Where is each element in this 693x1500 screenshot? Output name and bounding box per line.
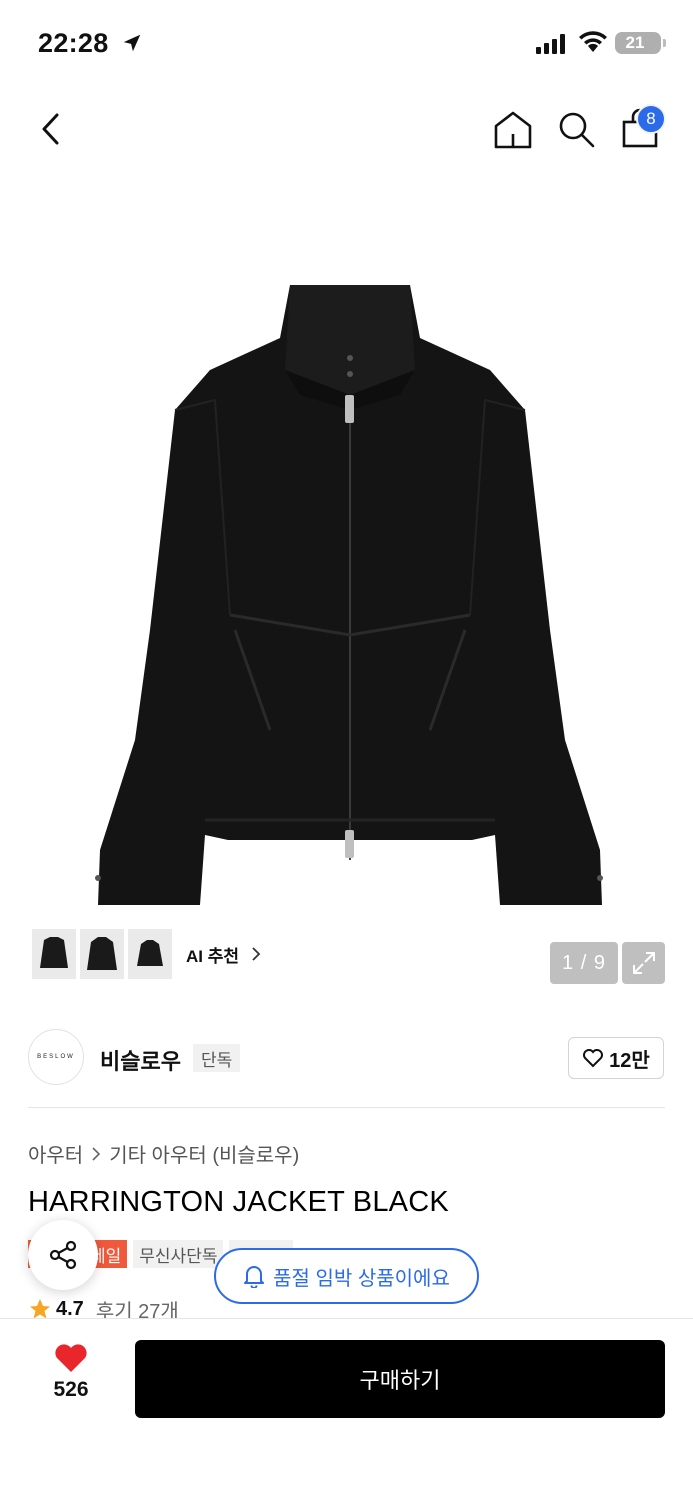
location-arrow-icon [123, 34, 141, 52]
chevron-right-icon [92, 1146, 101, 1161]
jacket-thumbnail-icon [40, 937, 68, 968]
brand-like-button[interactable]: 12만 [568, 1037, 664, 1079]
home-button[interactable] [490, 106, 536, 152]
brand-like-count: 12만 [609, 1049, 650, 1072]
breadcrumb-item[interactable]: 아우터 [28, 1139, 83, 1168]
product-title: HARRINGTON JACKET BLACK [28, 1186, 449, 1218]
brand-name[interactable]: 비슬로우 [100, 1044, 181, 1076]
heart-filled-icon [55, 1344, 87, 1372]
wishlist-count: 526 [53, 1378, 89, 1401]
cart-count-badge: 8 [636, 104, 666, 134]
soldout-soon-text: 품절 임박 상품이에요 [273, 1267, 450, 1290]
expand-image-button[interactable] [622, 942, 665, 984]
ai-recommend-label[interactable]: AI 추천 [186, 942, 239, 967]
jacket-thumbnail-icon [137, 940, 163, 966]
battery-nub [663, 39, 666, 47]
soldout-soon-notice[interactable]: 품절 임박 상품이에요 [214, 1248, 479, 1304]
thumbnail[interactable] [128, 929, 172, 979]
thumbnail[interactable] [32, 929, 76, 979]
expand-icon [632, 952, 655, 974]
battery-level: 21 [625, 33, 645, 52]
chevron-right-icon [252, 947, 261, 961]
home-icon [494, 111, 532, 149]
jacket-thumbnail-icon [87, 937, 117, 970]
status-bar: 22:28 21 [0, 0, 693, 88]
search-button[interactable] [554, 106, 600, 152]
share-button[interactable] [28, 1220, 98, 1290]
thumbnail[interactable] [80, 929, 124, 979]
brand-logo[interactable]: BESLOW [28, 1029, 84, 1085]
exclusive-tag: 무신사단독 [133, 1240, 224, 1268]
breadcrumb: 아우터 기타 아우터 (비슬로우) [28, 1139, 299, 1168]
breadcrumb-item[interactable]: 기타 아우터 (비슬로우) [109, 1139, 299, 1168]
chevron-left-icon [42, 113, 59, 145]
image-page-counter: 1 / 9 [550, 942, 618, 984]
search-icon [559, 112, 595, 148]
bell-icon [244, 1266, 265, 1288]
exclusive-badge: 단독 [193, 1044, 241, 1072]
heart-outline-icon [583, 1049, 604, 1068]
cellular-signal-icon [536, 34, 565, 54]
product-image[interactable] [70, 270, 630, 920]
back-button[interactable] [28, 106, 74, 152]
wishlist-button[interactable]: 526 [36, 1342, 106, 1402]
share-icon [49, 1240, 77, 1270]
ai-recommend-strip[interactable]: AI 추천 [28, 924, 268, 984]
wifi-icon [579, 31, 607, 52]
divider [28, 1107, 665, 1108]
status-time: 22:28 [38, 28, 109, 58]
buy-button[interactable]: 구매하기 [135, 1340, 665, 1418]
